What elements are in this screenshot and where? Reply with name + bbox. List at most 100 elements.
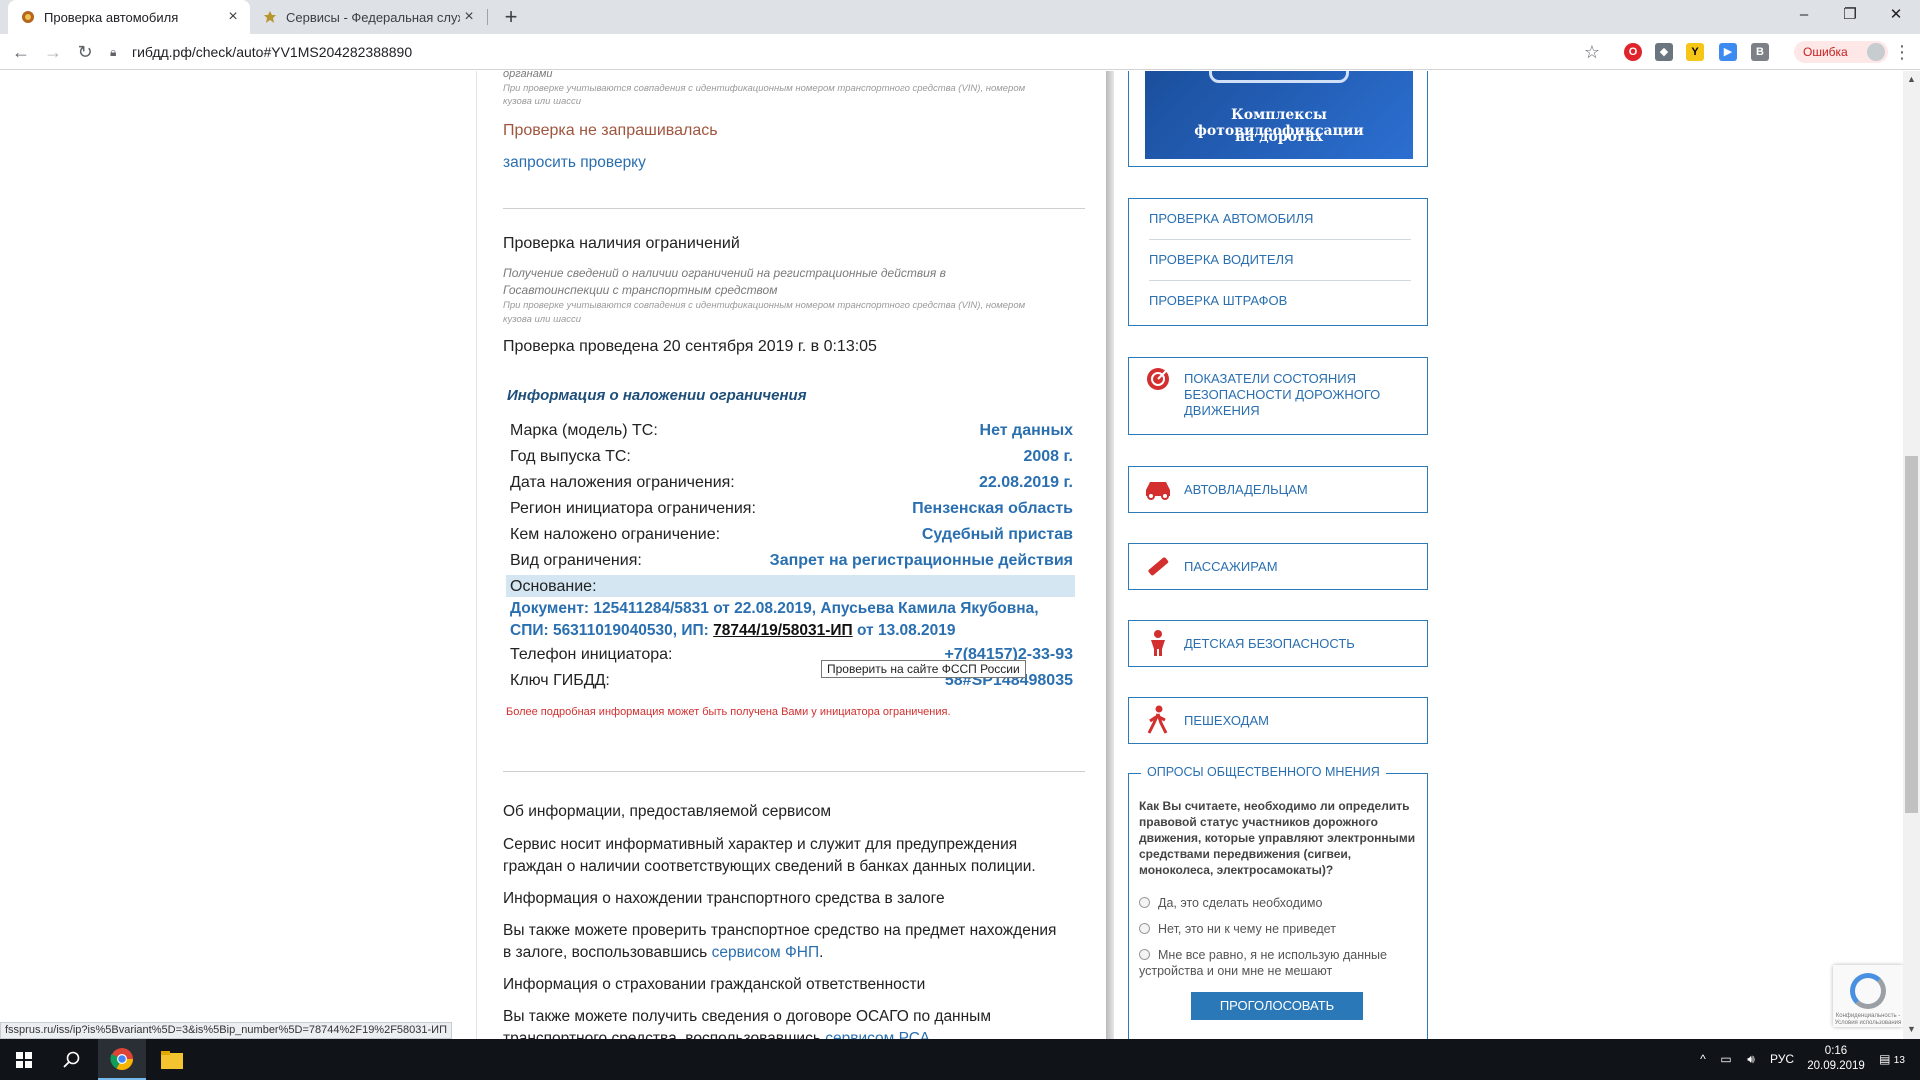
radio-button[interactable] — [1139, 949, 1150, 960]
network-icon[interactable]: ▭ — [1716, 1039, 1736, 1080]
scroll-down-icon[interactable]: ▼ — [1906, 1024, 1917, 1036]
basis-spi: СПИ: 56311019040530, ИП: — [510, 622, 709, 639]
recaptcha-badge[interactable]: Конфиденциальность - Условия использован… — [1833, 965, 1903, 1027]
tab-check-auto[interactable]: Проверка автомобиля × — [8, 0, 250, 34]
fssp-tooltip: Проверить на сайте ФССП России — [821, 660, 1026, 678]
card-car-owners[interactable]: АВТОВЛАДЕЛЬЦАМ — [1128, 466, 1428, 513]
rsa-service-link[interactable]: сервисом РСА — [825, 1030, 930, 1039]
about-heading: Об информации, предоставляемой сервисом — [503, 803, 832, 820]
bookmark-star-icon[interactable]: ☆ — [1580, 39, 1604, 65]
address-bar[interactable]: 🔒︎ гибдд.рф/check/auto#YV1MS204282388890 — [110, 38, 1580, 66]
menu-check-auto[interactable]: ПРОВЕРКА АВТОМОБИЛЯ — [1149, 211, 1313, 226]
poll-option-label: Да, это сделать необходимо — [1158, 896, 1323, 910]
new-tab-button[interactable]: + — [498, 4, 524, 30]
wanted-status: Проверка не запрашивалась — [503, 122, 718, 139]
poll-option-3-cont: устройства и они мне не мешают — [1139, 964, 1333, 978]
field-value: Запрет на регистрационные действия — [769, 552, 1073, 569]
restrictions-desc-1: Получение сведений о наличии ограничений… — [503, 266, 946, 280]
close-tab-icon[interactable]: × — [224, 8, 242, 26]
notifications-icon[interactable]: ▤ 13 — [1874, 1039, 1910, 1080]
field-value: Судебный пристав — [921, 526, 1073, 543]
radio-button[interactable] — [1139, 897, 1150, 908]
pledge-heading: Информация о нахождении транспортного ср… — [503, 890, 945, 907]
card-pedestrians[interactable]: ПЕШЕХОДАМ — [1128, 697, 1428, 744]
tray-chevron-icon[interactable]: ^ — [1696, 1039, 1710, 1080]
insurance-line2: транспортного средства, воспользовавшись… — [503, 1030, 930, 1039]
banner-image: Комплексы фотовидеофиксации на дорогах — [1145, 71, 1413, 159]
b-extension-icon[interactable]: B — [1751, 43, 1769, 61]
fssp-ip-link[interactable]: 78744/19/58031-ИП — [713, 622, 853, 639]
safety-line-1: ПОКАЗАТЕЛИ СОСТОЯНИЯ — [1184, 371, 1357, 386]
poll-title: ОПРОСЫ ОБЩЕСТВЕННОГО МНЕНИЯ — [1141, 765, 1386, 779]
close-window-button[interactable]: ✕ — [1873, 0, 1919, 30]
page-viewport: органами При проверке учитываются совпад… — [0, 71, 1920, 1039]
poll-option-label: Нет, это ни к чему не приведет — [1158, 922, 1336, 936]
minimize-button[interactable]: – — [1781, 0, 1827, 30]
menu-check-driver[interactable]: ПРОВЕРКА ВОДИТЕЛЯ — [1149, 252, 1293, 267]
car-icon — [1143, 474, 1173, 504]
basis-spi-line: СПИ: 56311019040530, ИП: 78744/19/58031-… — [510, 622, 956, 640]
column-shadow — [1106, 71, 1114, 1039]
poll-option-1[interactable]: Да, это сделать необходимо — [1139, 895, 1322, 911]
banner-line-2: на дорогах — [1235, 129, 1323, 145]
scroll-up-icon[interactable]: ▲ — [1906, 74, 1917, 86]
windows-taskbar: ^ ▭ 🔊︎ РУС 0:16 20.09.2019 ▤ 13 — [0, 1039, 1920, 1080]
safety-indicators-card[interactable]: ПОКАЗАТЕЛИ СОСТОЯНИЯ БЕЗОПАСНОСТИ ДОРОЖН… — [1128, 357, 1428, 435]
shield-extension-icon[interactable]: ◆ — [1655, 43, 1673, 61]
search-icon[interactable] — [48, 1039, 96, 1080]
clock-date: 20.09.2019 — [1807, 1060, 1865, 1072]
forward-arrow-icon[interactable]: → — [40, 39, 66, 65]
page-scrollbar[interactable]: ▲ ▼ — [1903, 71, 1920, 1039]
top-note-word: органами — [503, 71, 553, 80]
pledge-line2-text: в залоге, воспользовавшись — [503, 944, 708, 961]
top-vin-note-2: кузова или шасси — [503, 96, 582, 107]
profile-error-button[interactable]: Ошибка — [1794, 41, 1888, 63]
tab-fssp-services[interactable]: Сервисы - Федеральная служба × — [250, 0, 486, 34]
about-p1-line2: граждан о наличии соответствующих сведен… — [503, 858, 1036, 875]
key-label: Ключ ГИБДД: — [510, 672, 610, 689]
check-performed-text: Проверка проведена 20 сентября 2019 г. в… — [503, 338, 877, 355]
insurance-line2-text: транспортного средства, воспользовавшись — [503, 1030, 821, 1039]
poll-option-2[interactable]: Нет, это ни к чему не приведет — [1139, 921, 1336, 937]
card-child-safety[interactable]: ДЕТСКАЯ БЕЗОПАСНОСТЬ — [1128, 620, 1428, 667]
play-extension-icon[interactable]: ▶ — [1719, 43, 1737, 61]
avatar — [1867, 43, 1885, 61]
taskbar-clock[interactable]: 0:16 20.09.2019 — [1806, 1044, 1866, 1074]
insurance-line1: Вы также можете получить сведения о дого… — [503, 1008, 991, 1025]
safety-line-2: БЕЗОПАСНОСТИ ДОРОЖНОГО — [1184, 387, 1381, 402]
close-tab-icon[interactable]: × — [460, 8, 478, 26]
photo-radar-banner[interactable]: Комплексы фотовидеофиксации на дорогах — [1128, 71, 1428, 167]
field-value: 2008 г. — [1023, 448, 1073, 465]
tab-title: Сервисы - Федеральная служба — [286, 9, 460, 25]
request-check-link[interactable]: запросить проверку — [503, 154, 646, 172]
opera-extension-icon[interactable]: O — [1624, 43, 1642, 61]
seatbelt-icon — [1143, 551, 1173, 581]
radio-button[interactable] — [1139, 923, 1150, 934]
phone-label: Телефон инициатора: — [510, 646, 673, 663]
field-value: 22.08.2019 г. — [978, 474, 1073, 491]
basis-ip-date: от 13.08.2019 — [856, 622, 956, 639]
menu-dots-icon[interactable]: ⋮ — [1892, 39, 1912, 65]
vote-button[interactable]: ПРОГОЛОСОВАТЬ — [1191, 992, 1363, 1020]
check-menu: ПРОВЕРКА АВТОМОБИЛЯ ПРОВЕРКА ВОДИТЕЛЯ ПР… — [1128, 198, 1428, 326]
restrictions-vin-note-1: При проверке учитываются совпадения с ид… — [503, 300, 1026, 311]
basis-document: Документ: 125411284/5831 от 22.08.2019, … — [510, 600, 1039, 617]
volume-icon[interactable]: 🔊︎ — [1740, 1039, 1762, 1080]
menu-check-fines[interactable]: ПРОВЕРКА ШТРАФОВ — [1149, 293, 1287, 308]
language-indicator[interactable]: РУС — [1766, 1039, 1798, 1080]
scroll-thumb[interactable] — [1905, 456, 1918, 813]
tab-separator — [487, 9, 488, 25]
top-vin-note: При проверке учитываются совпадения с ид… — [503, 83, 1026, 94]
reload-icon[interactable]: ↻ — [72, 39, 98, 65]
maximize-button[interactable]: ❐ — [1827, 0, 1873, 30]
start-windows-icon[interactable] — [0, 1039, 48, 1080]
recaptcha-logo-icon — [1850, 973, 1886, 1009]
fnp-service-link[interactable]: сервисом ФНП — [712, 944, 820, 961]
poll-option-3[interactable]: Мне все равно, я не использую данные — [1139, 947, 1387, 963]
file-explorer-icon[interactable] — [148, 1039, 196, 1080]
card-passengers[interactable]: ПАССАЖИРАМ — [1128, 543, 1428, 590]
chrome-taskbar-icon[interactable] — [98, 1039, 146, 1080]
yandex-extension-icon[interactable]: Y — [1686, 43, 1704, 61]
back-arrow-icon[interactable]: ← — [8, 39, 34, 65]
card-label: ДЕТСКАЯ БЕЗОПАСНОСТЬ — [1184, 636, 1355, 651]
